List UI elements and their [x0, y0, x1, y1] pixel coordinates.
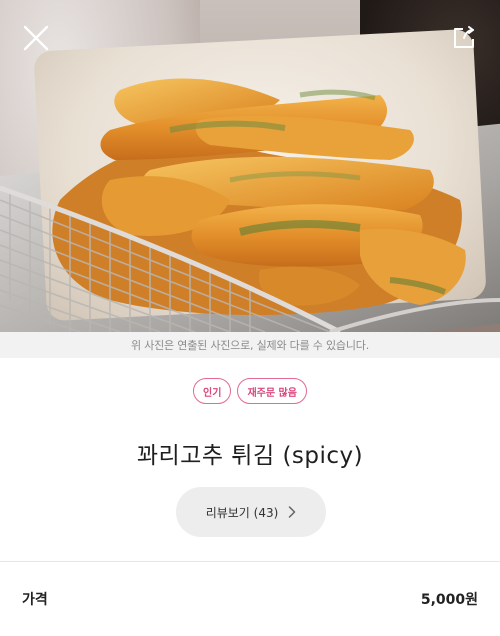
- price-value: 5,000원: [420, 592, 478, 608]
- fried-peppers-illustration: [0, 78, 500, 332]
- menu-detail-page: 위 사진은 연출된 사진으로, 실제와 다를 수 있습니다. 인기 재주문 많음…: [0, 0, 500, 636]
- close-button[interactable]: [18, 20, 54, 56]
- price-row: 가격 5,000원: [0, 562, 500, 636]
- badge-reorder: 재주문 많음: [237, 378, 307, 404]
- menu-photo: [0, 0, 500, 332]
- photo-disclaimer: 위 사진은 연출된 사진으로, 실제와 다를 수 있습니다.: [0, 332, 500, 358]
- share-button[interactable]: [446, 20, 482, 56]
- review-button-label: 리뷰보기 (43): [205, 505, 279, 520]
- badge-popular: 인기: [193, 378, 232, 404]
- menu-badges: 인기 재주문 많음: [0, 378, 500, 404]
- close-icon: [23, 25, 49, 51]
- menu-title: 꽈리고추 튀김 (spicy): [136, 443, 364, 469]
- share-icon: [454, 26, 474, 48]
- chevron-right-icon: [288, 506, 296, 518]
- view-reviews-button[interactable]: 리뷰보기 (43): [176, 487, 326, 537]
- price-label: 가격: [22, 592, 48, 608]
